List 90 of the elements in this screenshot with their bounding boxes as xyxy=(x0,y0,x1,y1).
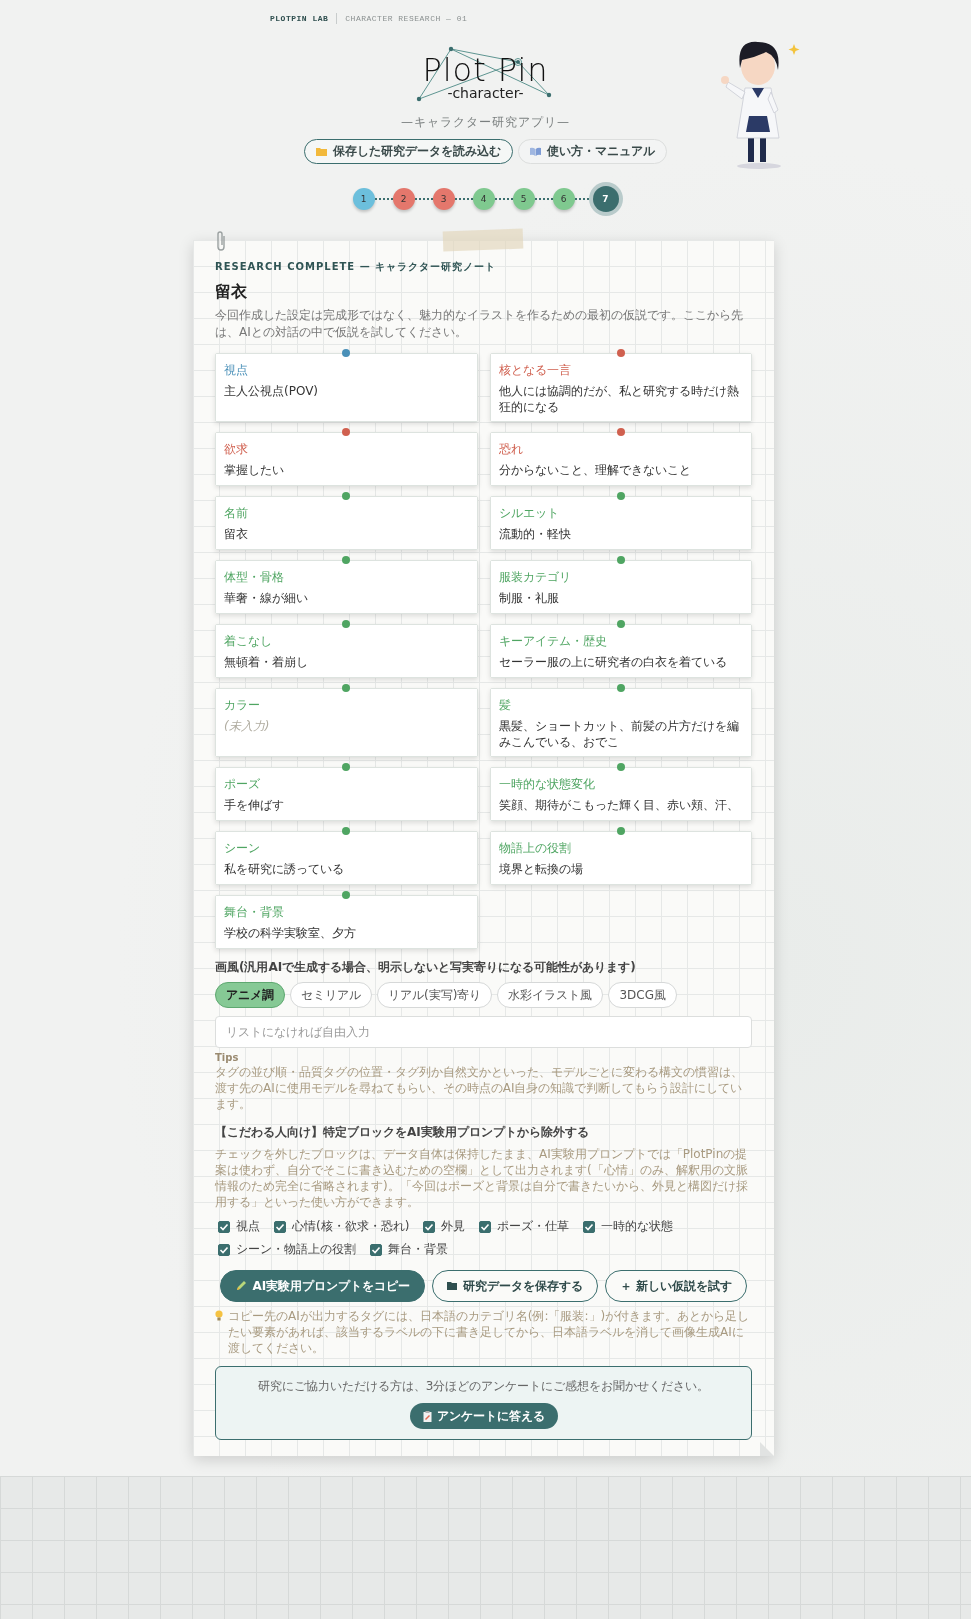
clipboard-icon xyxy=(422,1410,432,1422)
tips-text: タグの並び順・品質タグの位置・タグ列か自然文かといった、モデルごとに変わる構文の慣習は、渡す先のAIに使用モデルを尋ねてもらい、その時点のAI自身の知識で判断してもらう設計にしています。 xyxy=(215,1064,744,1112)
card-label: 視点 xyxy=(224,362,249,379)
step-indicator[interactable]: 4 xyxy=(472,188,495,210)
card-label: 名前 xyxy=(224,505,249,522)
card-label: 体型・骨格 xyxy=(224,569,285,586)
card-value: 制服・礼服 xyxy=(498,590,560,606)
style-input-field[interactable]: リストになければ自由入力 xyxy=(215,1016,752,1048)
logo-subtitle: -character- xyxy=(447,86,524,101)
book-icon xyxy=(530,147,541,156)
lightbulb-icon xyxy=(215,1310,223,1321)
checkbox-label: シーン・物語上の役割 xyxy=(236,1241,356,1258)
paperclip-icon xyxy=(215,230,227,252)
card-label: 恐れ xyxy=(498,441,524,458)
style-heading: 画風(汎用AIで生成する場合、明示しないと写実寄りになる可能性があります) xyxy=(215,959,637,976)
checkbox-label: 視点 xyxy=(236,1218,260,1235)
card-value: 境界と転換の場 xyxy=(498,861,584,877)
manual-button[interactable]: 使い方・マニュアル xyxy=(518,139,667,164)
brand-label: PLOTPIN LAB xyxy=(270,14,329,23)
load-data-button[interactable]: 保存した研究データを読み込む xyxy=(304,139,513,164)
folder-icon xyxy=(447,1282,458,1290)
checkbox[interactable] xyxy=(479,1220,492,1233)
step-indicator[interactable]: 7 xyxy=(592,186,619,212)
card-value: 無頓着・着崩し xyxy=(224,654,309,670)
style-chip[interactable]: 水彩イラスト風 xyxy=(497,982,604,1008)
card-label: 髪 xyxy=(498,697,512,714)
survey-button[interactable]: アンケートに答える xyxy=(409,1403,558,1429)
card-value: 留衣 xyxy=(224,526,249,542)
step-indicator[interactable]: 6 xyxy=(552,188,575,210)
survey-text: 研究にご協力いただける方は、3分ほどのアンケートにご感想をお聞かせください。 xyxy=(257,1378,710,1395)
card-value: 学校の科学実験室、夕方 xyxy=(224,925,357,941)
card-value: 私を研究に誘っている xyxy=(224,861,345,877)
logo-title: Plot Pin xyxy=(422,54,549,86)
card-value: 流動的・軽快 xyxy=(498,526,572,542)
checkbox-label: 心情(核・欲求・恐れ) xyxy=(292,1218,410,1235)
folded-corner xyxy=(760,1442,774,1456)
tips-label: Tips xyxy=(215,1052,240,1063)
exclusion-description: チェックを外したブロックは、データ自体は保持したまま、AI実験用プロンプトでは「PlotPinの提案は使わず、自分でそこに書き込むための空欄」として出力されます(「心情」のみ、解釈用の文脈情報のため完全に省略されます)。「今回はポーズと背景は自分で書きたいから、外見と構図だけ採用する」といった使い方ができます。 xyxy=(215,1146,749,1210)
card-label: 着こなし xyxy=(224,633,273,650)
card-value: 分からないこと、理解できないこと xyxy=(498,462,692,478)
step-indicator[interactable]: 1 xyxy=(352,188,375,210)
card-label: カラー xyxy=(224,697,261,714)
card-value: 手を伸ばす xyxy=(224,797,285,813)
checkbox[interactable] xyxy=(583,1220,596,1233)
note-kicker: RESEARCH COMPLETE — キャラクター研究ノート xyxy=(215,260,498,274)
note-description: 今回作成した設定は完成形ではなく、魅力的なイラストを作るための最初の仮説です。ここから先は、AIとの対話の中で仮説を試してください。 xyxy=(215,307,744,341)
step-indicator[interactable]: 5 xyxy=(512,188,535,210)
step-indicator[interactable]: 2 xyxy=(392,188,415,210)
card-label: 欲求 xyxy=(224,441,249,458)
card-value: 黒髪、ショートカット、前髪の片方だけを編みこんでいる、おでこ xyxy=(498,718,740,750)
section-label: CHARACTER RESEARCH — 01 xyxy=(345,14,468,23)
style-chip[interactable]: セミリアル xyxy=(290,982,372,1008)
style-chip[interactable]: アニメ調 xyxy=(215,982,285,1008)
card-label: シルエット xyxy=(498,505,560,522)
checkbox[interactable] xyxy=(218,1243,230,1256)
checkbox-label: 一時的な状態 xyxy=(601,1218,674,1235)
checkbox-label: ポーズ・仕草 xyxy=(497,1218,570,1235)
new-hypothesis-button[interactable]: ＋ 新しい仮説を試す xyxy=(605,1270,748,1302)
card-label: 服装カテゴリ xyxy=(498,569,572,586)
card-value: 主人公視点(POV) xyxy=(224,383,320,399)
checkbox[interactable] xyxy=(423,1220,436,1233)
pen-icon xyxy=(234,1280,247,1292)
checkbox[interactable] xyxy=(218,1220,230,1233)
card-value: 掌握したい xyxy=(224,462,285,478)
card-label: ポーズ xyxy=(224,776,261,793)
card-label: シーン xyxy=(224,840,261,857)
card-value: セーラー服の上に研究者の白衣を着ている xyxy=(498,654,728,670)
card-value: 華奢・線が細い xyxy=(224,590,309,606)
card-value: 笑顔、期待がこもった輝く目、赤い頬、汗、 xyxy=(498,797,740,813)
checkbox-label: 舞台・背景 xyxy=(388,1241,448,1258)
checkbox-label: 外見 xyxy=(441,1218,466,1235)
card-label: 一時的な状態変化 xyxy=(498,776,596,793)
card-label: 物語上の役割 xyxy=(498,840,572,857)
character-name: 留衣 xyxy=(215,282,248,303)
checkbox[interactable] xyxy=(274,1220,286,1233)
copy-prompt-button[interactable]: AI実験用プロンプトをコピー xyxy=(219,1270,426,1302)
card-label: キーアイテム・歴史 xyxy=(498,633,608,650)
card-label: 舞台・背景 xyxy=(224,904,285,921)
folder-icon xyxy=(316,147,327,156)
card-value: (未入力) xyxy=(224,718,271,734)
card-value: 他人には協調的だが、私と研究する時だけ熱狂的になる xyxy=(498,383,740,415)
exclusion-heading: 【こだわる人向け】特定ブロックをAI実験用プロンプトから除外する xyxy=(215,1124,590,1141)
card-label: 核となる一言 xyxy=(498,362,572,379)
save-data-button[interactable]: 研究データを保存する xyxy=(432,1270,599,1302)
copy-note-text: コピー先のAIが出力するタグには、日本語のカテゴリ名(例:「服装:」)が付きます。あとから足したい要素があれば、該当するラベルの下に書き足してから、日本語ラベルを消して画像生成AIに渡してください。 xyxy=(228,1308,751,1356)
style-chip[interactable]: リアル(実写)寄り xyxy=(377,982,493,1008)
step-indicator[interactable]: 3 xyxy=(432,188,455,210)
checkbox[interactable] xyxy=(370,1243,382,1256)
style-chip[interactable]: 3DCG風 xyxy=(608,982,677,1008)
tagline: —キャラクター研究アプリ— xyxy=(401,114,570,131)
